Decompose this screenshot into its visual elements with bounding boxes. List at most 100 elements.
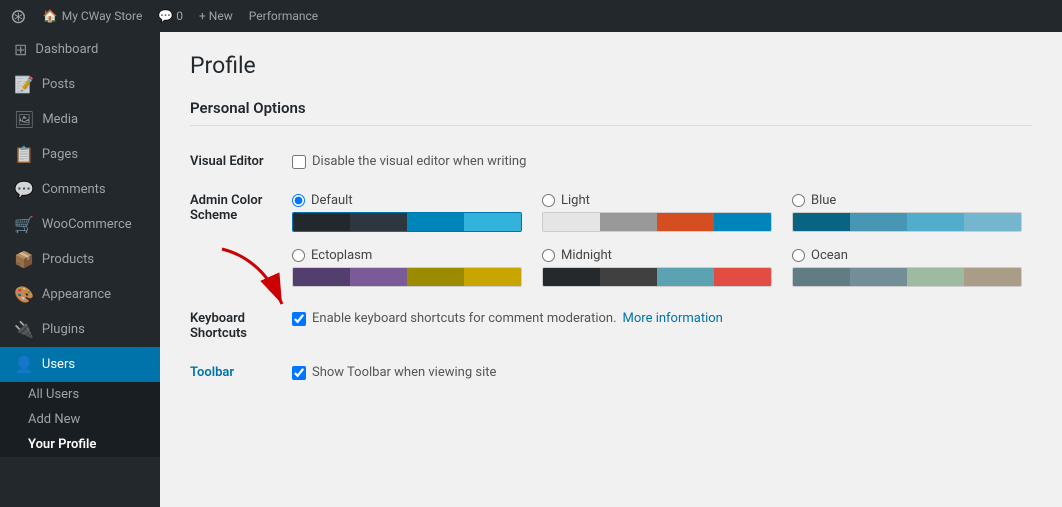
- users-icon: 👤: [14, 355, 34, 374]
- color-scheme-default[interactable]: Default: [292, 193, 522, 232]
- color-swatches-light: [542, 212, 772, 232]
- sidebar-item-appearance[interactable]: 🎨 Appearance: [0, 277, 160, 312]
- layout: ⊞ Dashboard 📝 Posts 🖼 Media 📋 Pages 💬 Co…: [0, 32, 1062, 507]
- comment-icon: 💬: [158, 9, 173, 23]
- color-scheme-radio-default[interactable]: [292, 194, 305, 207]
- wp-logo-icon[interactable]: ⊛: [10, 4, 27, 28]
- sidebar-item-posts[interactable]: 📝 Posts: [0, 67, 160, 102]
- visual-editor-checkbox-label[interactable]: Disable the visual editor when writing: [292, 154, 1022, 169]
- pages-icon: 📋: [14, 145, 34, 164]
- admin-color-scheme-label: Admin Color Scheme: [190, 181, 282, 299]
- color-swatch: [793, 268, 850, 286]
- color-swatch: [407, 268, 464, 286]
- color-scheme-label-ocean: Ocean: [811, 248, 848, 263]
- color-swatch: [793, 213, 850, 231]
- color-swatch: [850, 213, 907, 231]
- sidebar-item-pages[interactable]: 📋 Pages: [0, 137, 160, 172]
- color-swatches-midnight: [542, 267, 772, 287]
- topbar-new-button[interactable]: + New: [199, 9, 233, 23]
- toolbar-row: Toolbar Show Toolbar when viewing site: [190, 353, 1032, 392]
- color-swatch: [657, 213, 714, 231]
- color-swatch: [464, 268, 521, 286]
- main-content: Profile Personal Options Visual Editor D…: [160, 32, 1062, 507]
- users-submenu: All Users Add New Your Profile: [0, 382, 160, 457]
- color-swatch: [964, 268, 1021, 286]
- color-scheme-label-ectoplasm: Ectoplasm: [311, 248, 372, 263]
- color-scheme-radio-blue[interactable]: [792, 194, 805, 207]
- keyboard-shortcuts-row: Keyboard Shortcuts: [190, 299, 1032, 353]
- topbar-site-name[interactable]: 🏠 My CWay Store: [43, 9, 143, 23]
- section-title: Personal Options: [190, 99, 1032, 126]
- woocommerce-icon: 🛒: [14, 215, 34, 234]
- visual-editor-checkbox[interactable]: [292, 155, 306, 169]
- color-swatch: [407, 213, 464, 231]
- color-swatch: [600, 268, 657, 286]
- submenu-your-profile[interactable]: Your Profile: [0, 432, 160, 457]
- submenu-add-new[interactable]: Add New: [0, 407, 160, 432]
- toolbar-checkbox[interactable]: [292, 366, 306, 380]
- color-swatch: [964, 213, 1021, 231]
- color-swatch: [543, 213, 600, 231]
- color-swatch: [350, 213, 407, 231]
- visual-editor-label: Visual Editor: [190, 142, 282, 181]
- sidebar-item-media[interactable]: 🖼 Media: [0, 102, 160, 137]
- topbar-comments[interactable]: 💬 0: [158, 9, 183, 23]
- page-title: Profile: [190, 52, 1032, 79]
- dashboard-icon: ⊞: [14, 40, 27, 59]
- color-scheme-label-light: Light: [561, 193, 590, 208]
- sidebar-item-dashboard[interactable]: ⊞ Dashboard: [0, 32, 160, 67]
- color-swatch: [850, 268, 907, 286]
- home-icon: 🏠: [43, 9, 58, 23]
- color-scheme-midnight[interactable]: Midnight: [542, 248, 772, 287]
- color-swatches-ocean: [792, 267, 1022, 287]
- keyboard-shortcuts-label: Keyboard Shortcuts: [190, 299, 282, 353]
- color-scheme-radio-light[interactable]: [542, 194, 555, 207]
- color-scheme-label-blue: Blue: [811, 193, 836, 208]
- color-swatches-blue: [792, 212, 1022, 232]
- color-scheme-radio-ocean[interactable]: [792, 249, 805, 262]
- color-swatch: [714, 268, 771, 286]
- keyboard-shortcuts-more-info-link[interactable]: More information: [623, 311, 723, 326]
- color-swatches-ectoplasm: [292, 267, 522, 287]
- sidebar-item-plugins[interactable]: 🔌 Plugins: [0, 312, 160, 347]
- topbar: ⊛ 🏠 My CWay Store 💬 0 + New Performance: [0, 0, 1062, 32]
- color-swatch: [657, 268, 714, 286]
- color-scheme-ocean[interactable]: Ocean: [792, 248, 1022, 287]
- toolbar-label: Toolbar: [190, 365, 234, 380]
- products-icon: 📦: [14, 250, 34, 269]
- color-scheme-label-default: Default: [311, 193, 353, 208]
- color-scheme-ectoplasm[interactable]: Ectoplasm: [292, 248, 522, 287]
- form-table: Visual Editor Disable the visual editor …: [190, 142, 1032, 392]
- posts-icon: 📝: [14, 75, 34, 94]
- color-scheme-radio-ectoplasm[interactable]: [292, 249, 305, 262]
- color-swatch: [293, 268, 350, 286]
- sidebar-item-products[interactable]: 📦 Products: [0, 242, 160, 277]
- color-swatch: [464, 213, 521, 231]
- color-swatch: [350, 268, 407, 286]
- color-swatch: [907, 268, 964, 286]
- admin-color-scheme-row: Admin Color Scheme Default Light Blue Ectop…: [190, 181, 1032, 299]
- sidebar: ⊞ Dashboard 📝 Posts 🖼 Media 📋 Pages 💬 Co…: [0, 32, 160, 507]
- keyboard-shortcuts-checkbox[interactable]: [292, 312, 306, 326]
- topbar-performance-button[interactable]: Performance: [249, 9, 318, 23]
- visual-editor-row: Visual Editor Disable the visual editor …: [190, 142, 1032, 181]
- sidebar-item-comments[interactable]: 💬 Comments: [0, 172, 160, 207]
- color-swatches-default: [292, 212, 522, 232]
- color-swatch: [714, 213, 771, 231]
- color-swatch: [293, 213, 350, 231]
- comments-icon: 💬: [14, 180, 34, 199]
- sidebar-item-woocommerce[interactable]: 🛒 WooCommerce: [0, 207, 160, 242]
- color-swatch: [543, 268, 600, 286]
- color-scheme-blue[interactable]: Blue: [792, 193, 1022, 232]
- plugins-icon: 🔌: [14, 320, 34, 339]
- toolbar-checkbox-label[interactable]: Show Toolbar when viewing site: [292, 365, 1022, 380]
- appearance-icon: 🎨: [14, 285, 34, 304]
- color-scheme-label-midnight: Midnight: [561, 248, 612, 263]
- color-swatch: [600, 213, 657, 231]
- sidebar-item-users[interactable]: 👤 Users: [0, 347, 160, 382]
- color-scheme-light[interactable]: Light: [542, 193, 772, 232]
- color-scheme-radio-midnight[interactable]: [542, 249, 555, 262]
- keyboard-shortcuts-checkbox-label[interactable]: Enable keyboard shortcuts for comment mo…: [292, 311, 1022, 326]
- media-icon: 🖼: [14, 110, 34, 129]
- submenu-all-users[interactable]: All Users: [0, 382, 160, 407]
